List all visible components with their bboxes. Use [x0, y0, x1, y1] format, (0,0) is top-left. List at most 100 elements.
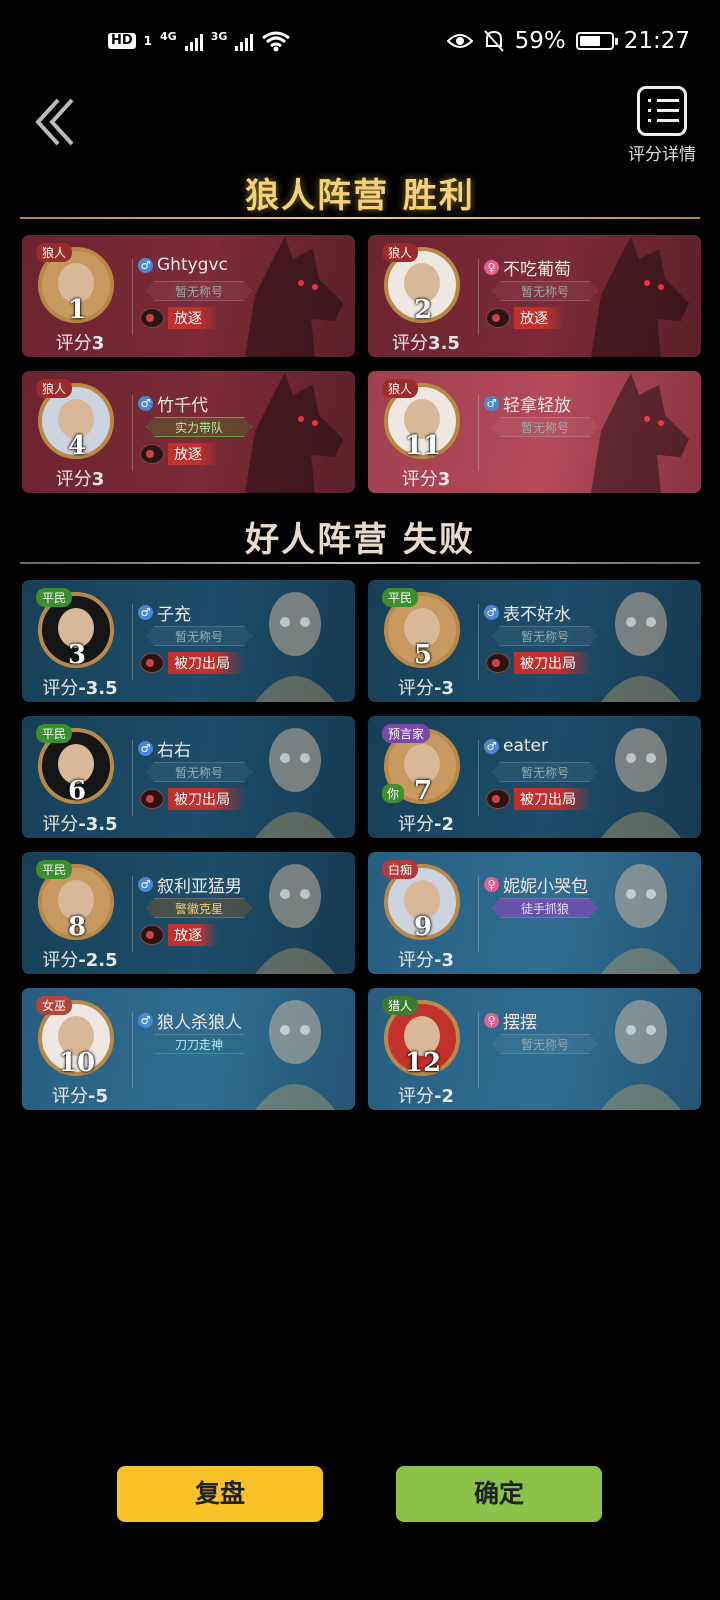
- card-divider: [132, 1012, 133, 1088]
- role-badge: 狼人: [382, 243, 419, 262]
- score-label: 评分: [398, 1086, 434, 1107]
- player-name-row: ♂ 轻拿轻放: [484, 391, 571, 416]
- player-title: 实力带队: [146, 417, 252, 437]
- player-card-seat-2[interactable]: 狼人 2 评分3.5 ♀ 不吃葡萄 暂无称号 放逐: [368, 235, 701, 357]
- seat-number: 2: [413, 295, 433, 325]
- male-icon: ♂: [484, 738, 499, 754]
- player-name: eater: [503, 736, 548, 756]
- score-value: 3.5: [428, 333, 460, 354]
- role-badge: 平民: [36, 724, 73, 743]
- score-label: 评分: [42, 950, 79, 971]
- score-value: 3: [91, 469, 105, 490]
- player-card-seat-12[interactable]: 猎人 12 评分-2 ♀ 摆摆 暂无称号: [368, 988, 701, 1110]
- player-card-seat-1[interactable]: 狼人 1 评分3 ♂ Ghtygvc 暂无称号 放逐: [22, 235, 355, 357]
- player-title: 暂无称号: [146, 762, 252, 782]
- player-title: 暂无称号: [492, 1034, 598, 1054]
- score-value: 3: [437, 469, 451, 490]
- battery-percent: 59%: [514, 28, 566, 54]
- player-score: 评分3: [30, 465, 130, 491]
- score-label: 评分: [52, 1086, 88, 1107]
- seat-number: 1: [67, 295, 87, 325]
- wolf-camp-divider: [20, 217, 700, 219]
- player-card-seat-4[interactable]: 狼人 4 评分3 ♂ 竹千代 实力带队 放逐: [22, 371, 355, 493]
- player-title: 徒手抓狼: [492, 898, 598, 918]
- signal-icon-2: [235, 31, 254, 51]
- knife-icon: [486, 653, 510, 673]
- role-badge: 狼人: [36, 379, 73, 398]
- card-divider: [132, 259, 133, 335]
- role-badge: 猎人: [382, 996, 419, 1015]
- card-divider: [132, 740, 133, 816]
- player-card-seat-5[interactable]: 平民 5 评分-3 ♂ 表不好水 暂无称号 被刀出局: [368, 580, 701, 702]
- player-score: 评分3.5: [376, 329, 476, 355]
- seat-number: 12: [404, 1048, 442, 1078]
- player-title: 暂无称号: [146, 626, 252, 646]
- role-badge: 狼人: [36, 243, 73, 262]
- mute-bell-icon: [483, 30, 504, 52]
- status-bar: HD 1 4G 3G 59% 21:27: [0, 0, 720, 92]
- exile-icon: [140, 925, 164, 945]
- wifi-icon: [262, 31, 291, 52]
- player-name-row: ♀ 摆摆: [484, 1008, 537, 1033]
- player-card-seat-7[interactable]: 预言家你 7 评分-2 ♂ eater 暂无称号 被刀出局: [368, 716, 701, 838]
- card-divider: [132, 604, 133, 680]
- seat-number: 9: [413, 912, 433, 942]
- seat-number: 7: [413, 776, 433, 806]
- signal-icon: [184, 31, 203, 51]
- card-divider: [132, 395, 133, 471]
- score-value: -3.5: [78, 814, 118, 835]
- score-detail-label: 评分详情: [628, 145, 696, 165]
- score-value: -2: [434, 814, 454, 835]
- outcome-label: 放逐: [514, 307, 564, 329]
- score-label: 评分: [55, 469, 92, 490]
- player-name-row: ♂ eater: [484, 736, 548, 756]
- player-score: 评分-3.5: [30, 674, 130, 700]
- player-card-seat-10[interactable]: 女巫 10 评分-5 ♂ 狼人杀狼人 刀刀走神: [22, 988, 355, 1110]
- male-icon: ♂: [138, 605, 153, 620]
- player-card-seat-11[interactable]: 狼人 11 评分3 ♂ 轻拿轻放 暂无称号: [368, 371, 701, 493]
- player-name: 叙利亚猛男: [157, 877, 242, 897]
- male-icon: ♂: [138, 257, 153, 273]
- outcome-tag: 被刀出局: [140, 788, 246, 810]
- player-name: 狼人杀狼人: [157, 1013, 242, 1033]
- player-name: Ghtygvc: [157, 255, 228, 275]
- back-button[interactable]: [32, 96, 82, 150]
- confirm-button[interactable]: 确定: [396, 1466, 602, 1522]
- player-score: 评分-2: [376, 810, 476, 836]
- player-score: 评分-2.5: [30, 946, 130, 972]
- seat-number: 11: [404, 431, 442, 461]
- card-divider: [478, 604, 479, 680]
- male-icon: ♂: [484, 396, 499, 411]
- score-detail-button[interactable]: 评分详情: [624, 86, 700, 165]
- player-score: 评分3: [30, 329, 130, 355]
- role-badge: 预言家: [382, 724, 431, 743]
- outcome-label: 被刀出局: [168, 788, 246, 810]
- score-value: -3: [434, 950, 454, 971]
- player-name-row: ♂ 竹千代: [138, 391, 208, 416]
- replay-button[interactable]: 复盘: [117, 1466, 323, 1522]
- role-badge: 平民: [36, 588, 73, 607]
- seat-number: 8: [67, 912, 87, 942]
- outcome-label: 被刀出局: [514, 652, 592, 674]
- player-title: 暂无称号: [146, 281, 252, 301]
- good-camp-title: 好人阵营 失败: [245, 520, 475, 560]
- player-card-seat-8[interactable]: 平民 8 评分-2.5 ♂ 叙利亚猛男 警徽克星 放逐: [22, 852, 355, 974]
- player-card-seat-9[interactable]: 白痴 9 评分-3 ♀ 妮妮小哭包 徒手抓狼: [368, 852, 701, 974]
- eye-icon: [446, 34, 473, 48]
- player-name: 表不好水: [503, 605, 571, 625]
- card-divider: [478, 1012, 479, 1088]
- player-card-seat-6[interactable]: 平民 6 评分-3.5 ♂ 右右 暂无称号 被刀出局: [22, 716, 355, 838]
- player-name-row: ♂ 子充: [138, 600, 191, 625]
- score-label: 评分: [398, 814, 434, 835]
- outcome-tag: 放逐: [486, 307, 564, 329]
- player-title: 暂无称号: [492, 417, 598, 437]
- score-label: 评分: [398, 678, 434, 699]
- score-label: 评分: [392, 333, 429, 354]
- outcome-tag: 放逐: [140, 924, 218, 946]
- player-name: 摆摆: [503, 1013, 537, 1033]
- player-card-seat-3[interactable]: 平民 3 评分-3.5 ♂ 子充 暂无称号 被刀出局: [22, 580, 355, 702]
- player-name-row: ♂ 叙利亚猛男: [138, 872, 242, 897]
- female-icon: ♀: [484, 1013, 499, 1028]
- network-type-2: 3G: [210, 30, 228, 43]
- score-label: 评分: [42, 814, 79, 835]
